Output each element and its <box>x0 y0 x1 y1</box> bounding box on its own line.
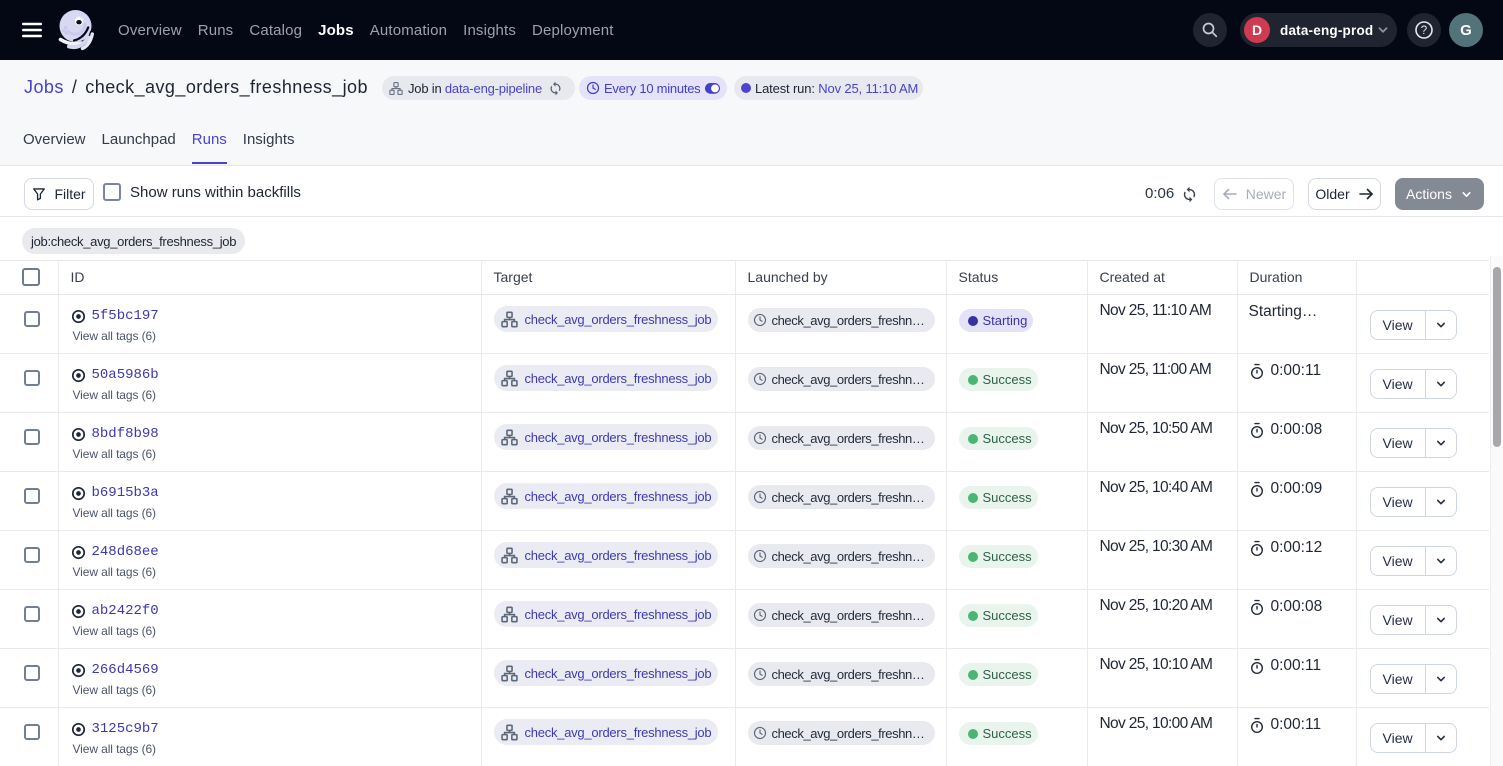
svg-text:?: ? <box>1421 25 1427 37</box>
